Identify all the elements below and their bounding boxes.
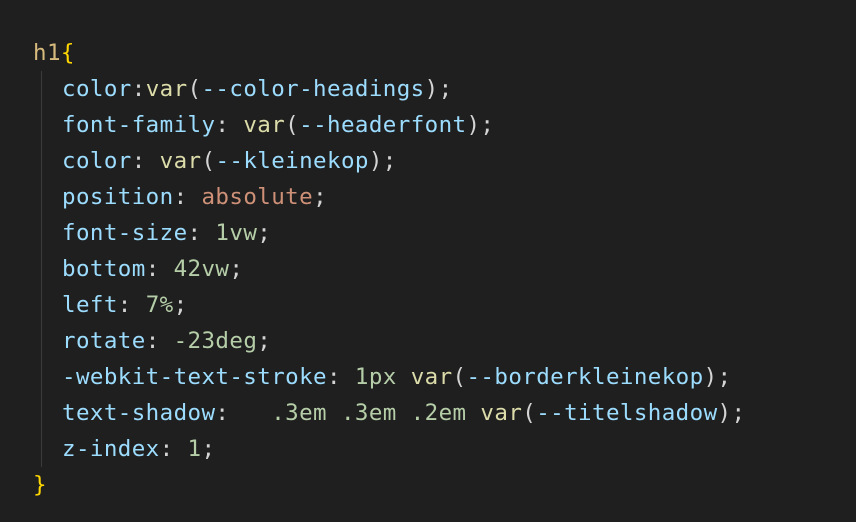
terminator: ;	[229, 256, 244, 282]
css-variable: --color-headings	[201, 76, 425, 102]
code-line-declaration[interactable]: left: 7%;	[33, 287, 188, 323]
code-line-declaration[interactable]: color: var(--kleinekop);	[33, 143, 397, 179]
css-property: rotate	[62, 328, 146, 354]
terminator: );	[703, 364, 732, 390]
colon: :	[187, 220, 216, 246]
colon: :	[131, 76, 146, 102]
css-function: var	[410, 364, 453, 390]
css-number-value: 1vw	[215, 220, 258, 246]
css-property: font-size	[62, 220, 188, 246]
css-property: bottom	[62, 256, 146, 282]
open-brace: {	[60, 40, 75, 66]
terminator: ;	[173, 292, 188, 318]
code-line-declaration[interactable]: position: absolute;	[33, 179, 327, 215]
css-property: left	[62, 292, 118, 318]
css-property: z-index	[62, 436, 160, 462]
colon: :	[117, 292, 146, 318]
css-function: var	[243, 112, 286, 138]
css-number-value: .3em .3em .2em	[271, 400, 467, 426]
close-brace: }	[33, 472, 47, 498]
code-line-declaration[interactable]: color:var(--color-headings);	[33, 71, 453, 107]
colon: :	[173, 184, 202, 210]
css-number-value: -23deg	[173, 328, 258, 354]
code-line-declaration[interactable]: bottom: 42vw;	[33, 251, 243, 287]
terminator: ;	[313, 184, 328, 210]
code-line-declaration[interactable]: font-size: 1vw;	[33, 215, 271, 251]
css-variable: --headerfont	[299, 112, 467, 138]
css-function: var	[480, 400, 523, 426]
css-number-value: 1px	[354, 364, 397, 390]
css-property: text-shadow	[62, 400, 216, 426]
css-variable: --borderkleinekop	[466, 364, 704, 390]
terminator: );	[466, 112, 495, 138]
colon: :	[145, 256, 174, 282]
terminator: ;	[257, 220, 272, 246]
css-number-value: 42vw	[173, 256, 230, 282]
colon: :	[326, 364, 355, 390]
css-function: var	[145, 76, 188, 102]
css-property: color	[62, 76, 132, 102]
code-line-selector[interactable]: h1{	[33, 35, 75, 71]
code-line-close[interactable]: }	[33, 467, 47, 503]
terminator: );	[717, 400, 746, 426]
css-function: var	[159, 148, 202, 174]
css-variable: --kleinekop	[215, 148, 369, 174]
terminator: ;	[201, 436, 216, 462]
terminator: );	[368, 148, 397, 174]
css-number-value: 7%	[145, 292, 174, 318]
code-line-declaration[interactable]: text-shadow: .3em .3em .2em var(--titels…	[33, 395, 745, 431]
css-property: position	[62, 184, 174, 210]
code-line-declaration[interactable]: rotate: -23deg;	[33, 323, 271, 359]
css-property: -webkit-text-stroke	[62, 364, 327, 390]
code-line-declaration[interactable]: font-family: var(--headerfont);	[33, 107, 494, 143]
css-number-value: 1	[187, 436, 202, 462]
css-property: color	[62, 148, 132, 174]
colon: :	[131, 148, 160, 174]
code-line-declaration[interactable]: -webkit-text-stroke: 1px var(--borderkle…	[33, 359, 731, 395]
colon: :	[215, 112, 244, 138]
terminator: ;	[257, 328, 272, 354]
code-editor[interactable]: h1{ color:var(--color-headings); font-fa…	[0, 0, 856, 522]
code-line-declaration[interactable]: z-index: 1;	[33, 431, 215, 467]
css-variable: --titelshadow	[536, 400, 718, 426]
css-property: font-family	[62, 112, 216, 138]
colon: :	[159, 436, 188, 462]
terminator: );	[424, 76, 453, 102]
css-keyword-value: absolute	[201, 184, 314, 210]
colon: :	[215, 400, 258, 426]
css-selector: h1	[33, 40, 61, 66]
colon: :	[145, 328, 174, 354]
